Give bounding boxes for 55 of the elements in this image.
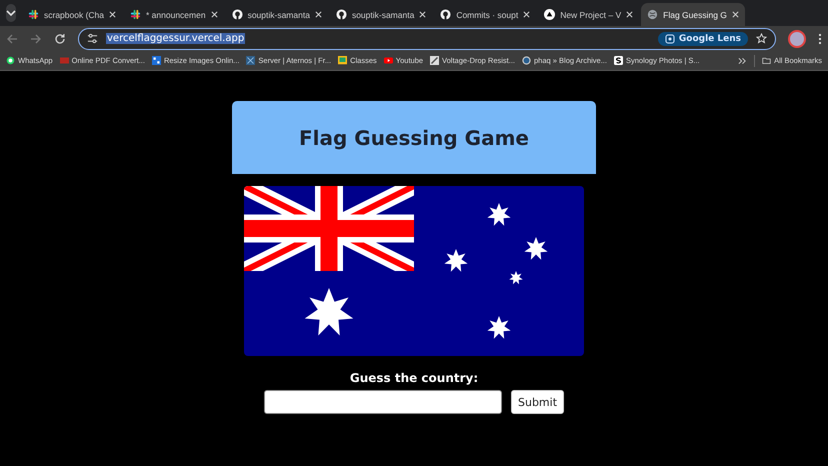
- close-icon[interactable]: [626, 11, 634, 18]
- tab-search-button[interactable]: [6, 4, 16, 22]
- tab-title: souptik-samanta: [248, 10, 310, 20]
- tab-title: Flag Guessing G: [663, 10, 727, 20]
- tab-title: souptik-samanta: [352, 10, 414, 20]
- chat-bubble-icon: [6, 56, 15, 65]
- prompt-label: Guess the country:: [350, 371, 478, 385]
- close-icon[interactable]: [314, 11, 322, 18]
- close-icon[interactable]: [109, 11, 116, 18]
- tab-title: New Project – V: [560, 10, 622, 20]
- resize-icon: [152, 56, 161, 65]
- back-arrow-icon[interactable]: [6, 32, 18, 44]
- github-icon: [232, 9, 243, 20]
- slack-icon: [130, 9, 142, 20]
- s-logo-icon: [614, 56, 623, 65]
- globe-icon: [647, 9, 658, 20]
- more-menu-icon[interactable]: [818, 32, 822, 44]
- submit-button[interactable]: Submit: [510, 390, 564, 414]
- browser-tab[interactable]: scrapbook (Cha: [22, 3, 122, 26]
- forward-arrow-icon[interactable]: [30, 32, 42, 44]
- browser-tab[interactable]: * announcemen: [124, 3, 224, 26]
- wordpress-icon: [522, 56, 531, 65]
- profile-avatar[interactable]: [788, 30, 806, 48]
- pdf-icon: [60, 56, 69, 65]
- browser-tab[interactable]: Commits · soupt: [434, 3, 536, 26]
- google-lens-button[interactable]: Google Lens: [658, 32, 748, 46]
- pencil-icon: [430, 56, 440, 65]
- close-icon[interactable]: [210, 11, 218, 18]
- github-icon: [336, 9, 347, 20]
- address-bar[interactable]: vercelflaggessur.vercel.app Google Lens: [78, 28, 776, 50]
- github-icon: [440, 9, 452, 20]
- browser-tab[interactable]: Flag Guessing G: [641, 3, 745, 26]
- camera-icon: [664, 34, 675, 44]
- play-icon: [384, 56, 393, 65]
- browser-tab[interactable]: souptik-samanta: [226, 3, 328, 26]
- guess-input-field[interactable]: [264, 390, 502, 414]
- close-icon[interactable]: [523, 11, 530, 18]
- browser-tab[interactable]: souptik-samanta: [330, 3, 432, 26]
- classroom-icon: [338, 56, 348, 65]
- site-settings-icon[interactable]: [87, 33, 98, 44]
- chevron-double-right-icon[interactable]: [738, 56, 748, 64]
- star-icon[interactable]: [756, 33, 767, 44]
- reload-icon[interactable]: [54, 32, 66, 44]
- grid-icon: [246, 56, 256, 65]
- tab-title: scrapbook (Cha: [44, 10, 104, 20]
- url-text: vercelflaggessur.vercel.app: [106, 33, 246, 44]
- chevron-down-icon: [6, 10, 16, 16]
- tab-title: * announcemen: [146, 10, 206, 20]
- folder-icon: [762, 56, 772, 65]
- browser-tab[interactable]: New Project – V: [538, 3, 640, 26]
- tab-title: Commits · soupt: [456, 10, 518, 20]
- close-icon[interactable]: [732, 11, 739, 18]
- close-icon[interactable]: [419, 11, 426, 18]
- slack-icon: [28, 9, 39, 20]
- game-title: Flag Guessing Game: [298, 126, 529, 150]
